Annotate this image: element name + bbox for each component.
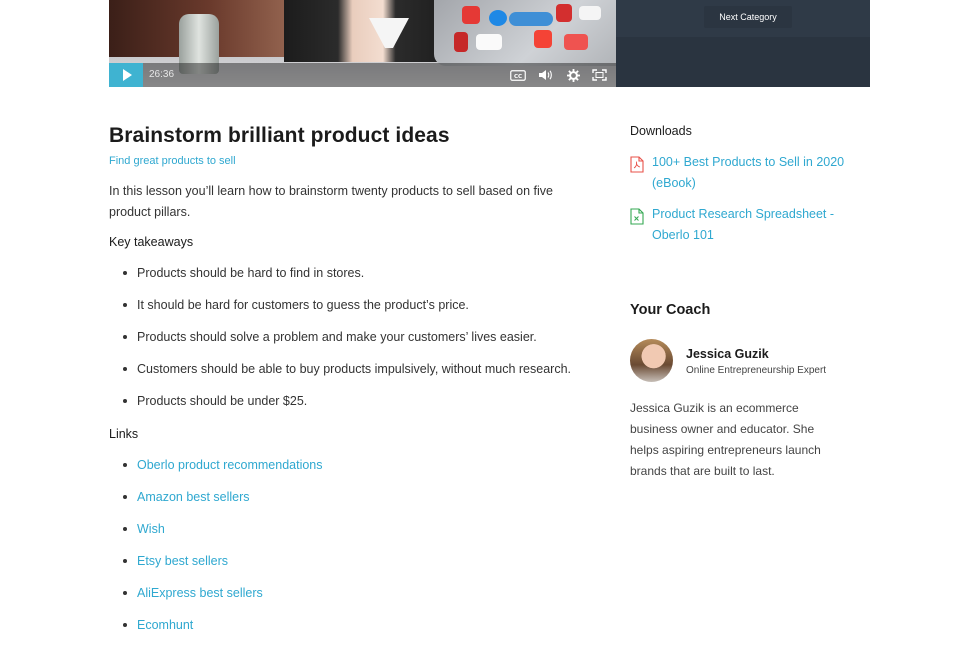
link-item: AliExpress best sellers bbox=[120, 584, 323, 616]
takeaway-item: Products should be under $25. bbox=[120, 392, 571, 424]
key-takeaways-heading: Key takeaways bbox=[109, 235, 194, 249]
closed-captions-button[interactable]: CC bbox=[506, 63, 530, 87]
link-oberlo-recommendations[interactable]: Oberlo product recommendations bbox=[137, 458, 323, 472]
lesson-intro: In this lesson you’ll learn how to brain… bbox=[109, 184, 553, 219]
gear-icon bbox=[566, 68, 580, 82]
takeaway-item: Products should solve a problem and make… bbox=[120, 328, 571, 360]
category-panel-footer bbox=[616, 37, 870, 87]
link-item: Ecomhunt bbox=[120, 616, 323, 647]
download-link[interactable]: Product Research Spreadsheet - Oberlo 10… bbox=[652, 204, 860, 246]
link-aliexpress-best-sellers[interactable]: AliExpress best sellers bbox=[137, 586, 263, 600]
links-heading: Links bbox=[109, 427, 139, 441]
category-panel: Next Category bbox=[616, 0, 870, 87]
your-coach-heading: Your Coach bbox=[630, 302, 711, 318]
link-wish[interactable]: Wish bbox=[137, 522, 165, 536]
lesson-title: Brainstorm brilliant product ideas bbox=[109, 124, 450, 147]
link-item: Etsy best sellers bbox=[120, 552, 323, 584]
svg-text:CC: CC bbox=[514, 73, 522, 79]
link-ecomhunt[interactable]: Ecomhunt bbox=[137, 618, 193, 632]
link-etsy-best-sellers[interactable]: Etsy best sellers bbox=[137, 554, 228, 568]
play-button[interactable] bbox=[109, 63, 143, 87]
spreadsheet-file-icon bbox=[630, 208, 644, 225]
link-item: Amazon best sellers bbox=[120, 488, 323, 520]
link-item: Wish bbox=[120, 520, 323, 552]
key-takeaways-list: Products should be hard to find in store… bbox=[120, 264, 571, 424]
link-amazon-best-sellers[interactable]: Amazon best sellers bbox=[137, 490, 250, 504]
takeaway-item: Customers should be able to buy products… bbox=[120, 360, 571, 392]
coach-name: Jessica Guzik bbox=[686, 347, 769, 361]
takeaway-item: Products should be hard to find in store… bbox=[120, 264, 571, 296]
download-item-spreadsheet[interactable]: Product Research Spreadsheet - Oberlo 10… bbox=[630, 204, 860, 246]
volume-button[interactable] bbox=[533, 63, 557, 87]
next-category-button[interactable]: Next Category bbox=[704, 6, 792, 28]
download-item-ebook[interactable]: 100+ Best Products to Sell in 2020 (eBoo… bbox=[630, 152, 860, 194]
video-duration: 26:36 bbox=[149, 69, 175, 80]
coach-role: Online Entrepreneurship Expert bbox=[686, 365, 827, 376]
downloads-heading: Downloads bbox=[630, 124, 692, 138]
play-icon bbox=[122, 69, 132, 81]
fullscreen-icon bbox=[591, 69, 607, 81]
closed-captions-icon: CC bbox=[510, 69, 526, 81]
coach-bio: Jessica Guzik is an ecommerce business o… bbox=[630, 401, 821, 478]
pdf-file-icon bbox=[630, 156, 644, 173]
fullscreen-button[interactable] bbox=[587, 63, 611, 87]
link-item: Oberlo product recommendations bbox=[120, 456, 323, 488]
takeaway-item: It should be hard for customers to guess… bbox=[120, 296, 571, 328]
video-control-bar: 26:36 CC bbox=[109, 63, 616, 87]
video-player[interactable]: 26:36 CC bbox=[109, 0, 616, 87]
settings-button[interactable] bbox=[561, 63, 585, 87]
links-list: Oberlo product recommendations Amazon be… bbox=[120, 456, 323, 647]
lesson-category-link[interactable]: Find great products to sell bbox=[109, 155, 236, 167]
volume-icon bbox=[539, 70, 552, 80]
coach-avatar bbox=[630, 339, 673, 382]
download-link[interactable]: 100+ Best Products to Sell in 2020 (eBoo… bbox=[652, 152, 860, 194]
